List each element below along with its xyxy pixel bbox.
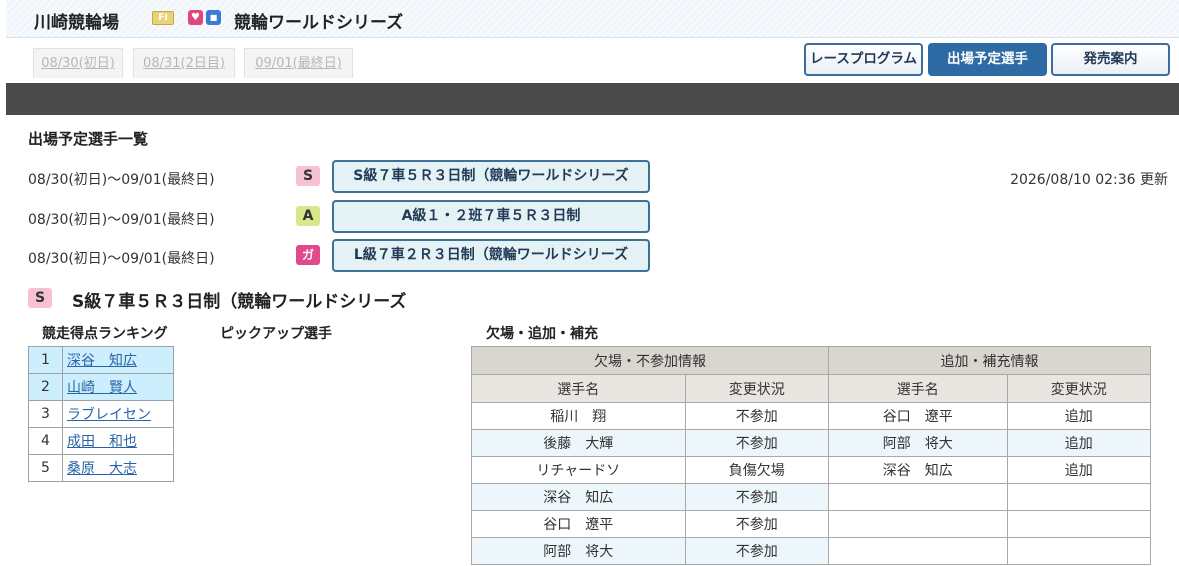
added-player: 深谷 知広 <box>827 456 1008 484</box>
absence-group-header: 欠場・不参加情報 <box>471 346 829 375</box>
tab-day-3[interactable]: 09/01(最終日) <box>244 48 353 78</box>
table-row: リチャードソ 負傷欠場 深谷 知広 追加 <box>471 456 1152 484</box>
absence-table: 欠場・不参加情報 追加・補充情報 選手名 変更状況 選手名 変更状況 稲川 翔 … <box>471 346 1152 565</box>
updated-timestamp: 2026/08/10 02:36 更新 <box>1010 172 1168 188</box>
table-row: 稲川 翔 不参加 谷口 遼平 追加 <box>471 402 1152 430</box>
column-header-name: 選手名 <box>827 374 1008 403</box>
blue-square-icon: ■ <box>206 10 221 25</box>
page-header: 川崎競輪場 FI ♥ ■ 競輪ワールドシリーズ <box>6 0 1179 38</box>
added-player <box>827 537 1008 565</box>
absent-status: 不参加 <box>684 537 829 565</box>
page-title: 出場予定選手一覧 <box>28 130 149 148</box>
added-status: 追加 <box>1006 402 1152 430</box>
race-l-button[interactable]: L級７車２Ｒ３日制（競輪ワールドシリーズ <box>332 239 650 272</box>
race-dates: 08/30(初日)〜09/01(最終日) <box>28 172 215 188</box>
series-title: 競輪ワールドシリーズ <box>234 13 404 33</box>
race-s-button[interactable]: S級７車５Ｒ３日制（競輪ワールドシリーズ <box>332 160 650 193</box>
table-row: 2 山崎 賢人 <box>28 373 174 401</box>
class-badge-s: S <box>28 288 52 308</box>
player-link[interactable]: 深谷 知広 <box>62 346 174 374</box>
rank-number: 5 <box>28 454 63 482</box>
table-row: 深谷 知広 不参加 <box>471 483 1152 511</box>
race-dates: 08/30(初日)〜09/01(最終日) <box>28 212 215 228</box>
player-link[interactable]: 成田 和也 <box>62 427 174 455</box>
absent-status: 不参加 <box>684 402 829 430</box>
table-row: 3 ラブレイセン <box>28 400 174 428</box>
absent-status: 不参加 <box>684 429 829 457</box>
player-link[interactable]: 桑原 大志 <box>62 454 174 482</box>
absent-player: 後藤 大輝 <box>471 429 686 457</box>
rank-number: 2 <box>28 373 63 401</box>
absent-player: 谷口 遼平 <box>471 510 686 538</box>
race-row: 08/30(初日)〜09/01(最終日) ガ L級７車２Ｒ３日制（競輪ワールドシ… <box>28 239 1168 273</box>
player-link[interactable]: 山崎 賢人 <box>62 373 174 401</box>
table-row: 1 深谷 知広 <box>28 346 174 374</box>
table-row: 後藤 大輝 不参加 阿部 将大 追加 <box>471 429 1152 457</box>
grade-badge: FI <box>152 11 174 25</box>
tab-day-2[interactable]: 08/31(2日目) <box>133 48 235 78</box>
absent-status: 不参加 <box>684 510 829 538</box>
rank-number: 4 <box>28 427 63 455</box>
pickup-label: ピックアップ選手 <box>220 326 332 342</box>
added-status <box>1006 483 1152 511</box>
race-program-button[interactable]: レースプログラム <box>804 43 923 76</box>
absent-status: 不参加 <box>684 483 829 511</box>
added-status: 追加 <box>1006 456 1152 484</box>
ranking-table: 1 深谷 知広 2 山崎 賢人 3 ラブレイセン 4 成田 和也 5 桑原 大志 <box>28 346 174 482</box>
race-dates: 08/30(初日)〜09/01(最終日) <box>28 251 215 267</box>
addition-group-header: 追加・補充情報 <box>827 346 1152 375</box>
table-row: 5 桑原 大志 <box>28 454 174 482</box>
rank-number: 3 <box>28 400 63 428</box>
class-badge-girls: ガ <box>296 245 320 265</box>
added-status <box>1006 510 1152 538</box>
class-badge-a: A <box>296 206 320 226</box>
table-row: 阿部 将大 不参加 <box>471 537 1152 565</box>
absent-player: 深谷 知広 <box>471 483 686 511</box>
player-link[interactable]: ラブレイセン <box>62 400 174 428</box>
divider-bar <box>6 83 1179 115</box>
added-status <box>1006 537 1152 565</box>
added-status: 追加 <box>1006 429 1152 457</box>
race-a-button[interactable]: A級１・２班７車５Ｒ３日制 <box>332 200 650 233</box>
table-row: 4 成田 和也 <box>28 427 174 455</box>
added-player <box>827 510 1008 538</box>
table-row: 谷口 遼平 不参加 <box>471 510 1152 538</box>
added-player: 阿部 将大 <box>827 429 1008 457</box>
selected-race-title: S級７車５Ｒ３日制（競輪ワールドシリーズ <box>72 292 407 312</box>
absent-player: 稲川 翔 <box>471 402 686 430</box>
column-header-status: 変更状況 <box>1006 374 1152 403</box>
venue-name: 川崎競輪場 <box>34 13 119 33</box>
tab-day-1[interactable]: 08/30(初日) <box>33 48 123 78</box>
heart-icon: ♥ <box>188 10 203 25</box>
absent-player: 阿部 将大 <box>471 537 686 565</box>
race-row: 08/30(初日)〜09/01(最終日) S S級７車５Ｒ３日制（競輪ワールドシ… <box>28 160 1168 194</box>
ranking-label: 競走得点ランキング <box>42 326 168 342</box>
rank-number: 1 <box>28 346 63 374</box>
absent-player: リチャードソ <box>471 456 686 484</box>
class-badge-s: S <box>296 166 320 186</box>
added-player: 谷口 遼平 <box>827 402 1008 430</box>
selected-race-heading: S S級７車５Ｒ３日制（競輪ワールドシリーズ <box>28 287 628 312</box>
absences-label: 欠場・追加・補充 <box>486 326 598 342</box>
entries-button[interactable]: 出場予定選手 <box>928 43 1047 76</box>
column-header-name: 選手名 <box>471 374 686 403</box>
race-row: 08/30(初日)〜09/01(最終日) A A級１・２班７車５Ｒ３日制 <box>28 200 1168 234</box>
column-header-status: 変更状況 <box>684 374 829 403</box>
absent-status: 負傷欠場 <box>684 456 829 484</box>
sales-info-button[interactable]: 発売案内 <box>1051 43 1170 76</box>
added-player <box>827 483 1008 511</box>
